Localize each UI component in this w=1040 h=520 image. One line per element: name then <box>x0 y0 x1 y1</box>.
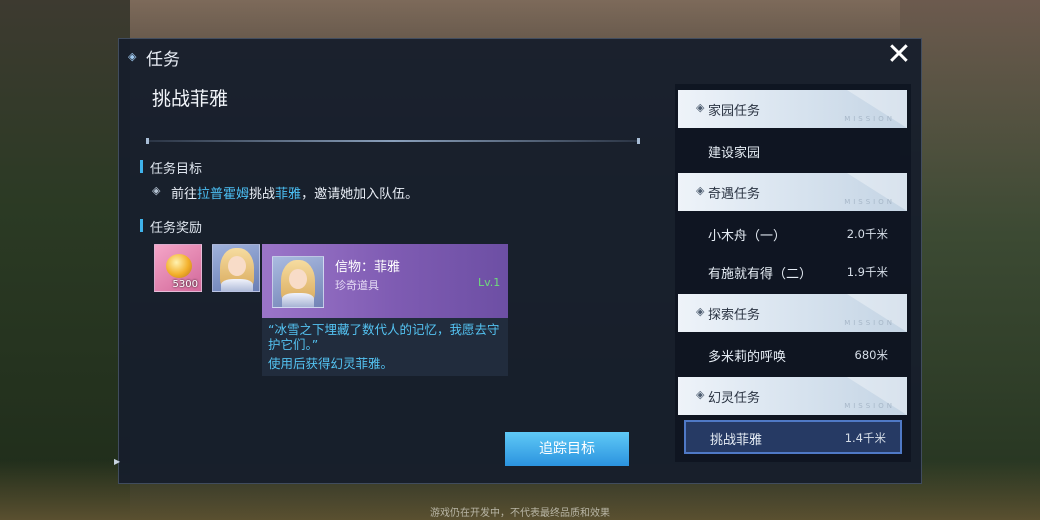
category-diamond-icon: ◈ <box>696 184 705 197</box>
quest-list-item-active[interactable]: 挑战菲雅 1.4千米 <box>684 420 902 454</box>
section-marker <box>140 160 143 173</box>
objective-place[interactable]: 拉普霍姆 <box>197 187 249 202</box>
quest-list-item-name: 有施就有得（二） <box>708 267 813 282</box>
category-encounter-quests[interactable]: ◈ 奇遇任务 MISSION <box>678 173 907 211</box>
reward-heading: 任务奖励 <box>150 221 203 236</box>
section-marker <box>140 219 143 232</box>
quest-list-item-name: 建设家园 <box>708 146 761 161</box>
category-diamond-icon: ◈ <box>696 305 705 318</box>
dialog-title: 任务 <box>146 50 180 70</box>
divider-end-right <box>637 138 640 144</box>
mission-watermark: MISSION <box>844 115 895 123</box>
quest-list-item[interactable]: 有施就有得（二） 1.9千米 <box>684 254 902 288</box>
quest-list-item-distance: 680米 <box>854 348 888 362</box>
reward-item-crystal[interactable]: 5300 <box>154 244 202 292</box>
category-spirit-quests[interactable]: ◈ 幻灵任务 MISSION <box>678 377 907 415</box>
dev-disclaimer: 游戏仍在开发中，不代表最终品质和效果 <box>430 508 610 519</box>
tooltip-description: 使用后获得幻灵菲雅。 <box>268 356 394 371</box>
quest-list-item-name: 多米莉的呼唤 <box>708 350 787 365</box>
crystal-gem-icon <box>166 254 192 278</box>
quest-list-item-distance: 2.0千米 <box>846 227 888 241</box>
category-label: 家园任务 <box>708 104 761 119</box>
portrait-face <box>289 269 307 289</box>
reward-count: 5300 <box>172 279 198 290</box>
objective-text: 前往拉普霍姆挑战菲雅，邀请她加入队伍。 <box>171 183 418 202</box>
tooltip-item-type: 珍奇道具 <box>335 279 379 292</box>
quest-list-item-name: 挑战菲雅 <box>710 433 763 448</box>
portrait-clothes <box>282 293 314 307</box>
objective-suffix: ，邀请她加入队伍。 <box>301 187 419 202</box>
category-label: 探索任务 <box>708 308 761 323</box>
category-label: 奇遇任务 <box>708 187 761 202</box>
triangle-right-icon: ▶ <box>114 457 121 466</box>
quest-list-item-name: 小木舟（一） <box>708 229 787 244</box>
portrait-clothes <box>221 279 253 291</box>
quest-list-item-distance: 1.4千米 <box>844 431 886 445</box>
quest-list-item[interactable]: 小木舟（一） 2.0千米 <box>684 216 902 250</box>
reward-item-character[interactable] <box>212 244 260 292</box>
quest-list-item-distance: 1.9千米 <box>846 265 888 279</box>
mission-watermark: MISSION <box>844 198 895 206</box>
background-trees-left <box>0 0 130 520</box>
tooltip-item-name: 信物：菲雅 <box>335 260 401 275</box>
category-diamond-icon: ◈ <box>696 101 705 114</box>
tooltip-item-level: Lv.1 <box>478 276 501 289</box>
mission-watermark: MISSION <box>844 402 895 410</box>
tooltip-item-icon <box>272 256 324 308</box>
objective-prefix: 前往 <box>171 187 198 202</box>
quest-list-item[interactable]: 多米莉的呼唤 680米 <box>684 337 902 371</box>
category-diamond-icon: ◈ <box>696 388 705 401</box>
tooltip-quote: “冰雪之下埋藏了数代人的记忆，我愿去守护它们。” <box>268 322 500 352</box>
objective-mid: 挑战 <box>249 187 276 202</box>
category-home-quests[interactable]: ◈ 家园任务 MISSION <box>678 90 907 128</box>
category-label: 幻灵任务 <box>708 391 761 406</box>
divider-end-left <box>146 138 149 144</box>
objective-heading: 任务目标 <box>150 162 203 177</box>
quest-list-item[interactable]: 建设家园 <box>684 133 902 167</box>
quest-title: 挑战菲雅 <box>152 88 229 110</box>
divider <box>146 138 640 144</box>
objective-target[interactable]: 菲雅 <box>275 187 301 202</box>
portrait-face <box>228 256 246 276</box>
close-button[interactable]: ✕ <box>884 40 914 70</box>
mission-watermark: MISSION <box>844 319 895 327</box>
objective-bullet-icon: ◈ <box>152 184 161 197</box>
header-diamond-icon: ◈ <box>128 50 137 63</box>
category-explore-quests[interactable]: ◈ 探索任务 MISSION <box>678 294 907 332</box>
track-target-button[interactable]: 追踪目标 <box>505 432 629 466</box>
